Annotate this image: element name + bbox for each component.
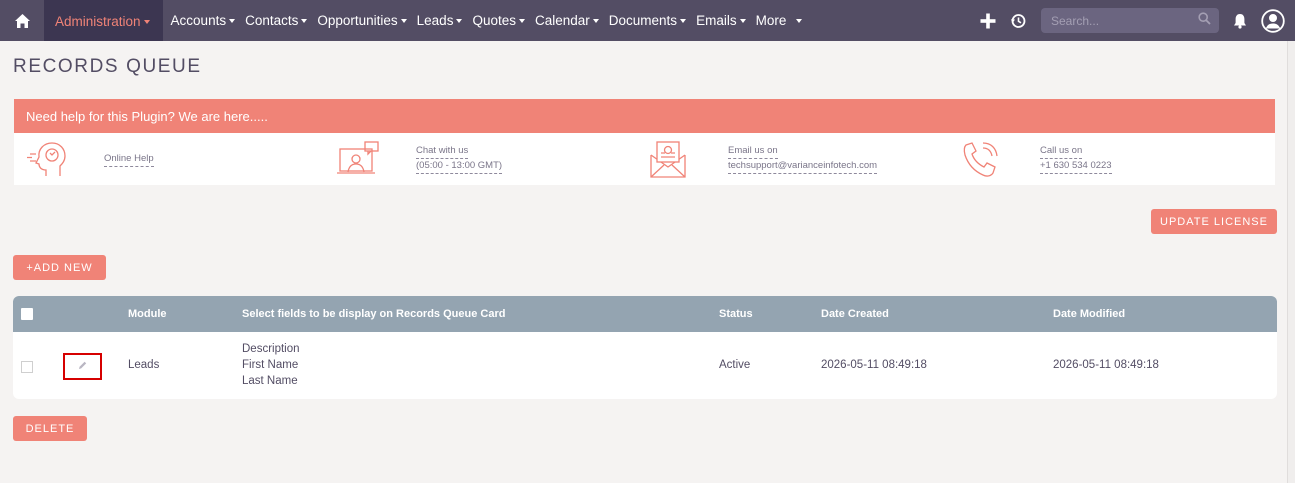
chevron-down-icon (739, 19, 746, 23)
nav-label: Quotes (472, 13, 516, 28)
cell-status: Active (719, 359, 751, 371)
select-all-checkbox-cell (21, 296, 33, 332)
email-address: techsupport@varianceinfotech.com (728, 159, 878, 174)
chat-support-icon (337, 139, 381, 179)
email-option[interactable]: Email us on techsupport@varianceinfotech… (649, 133, 878, 185)
call-option[interactable]: Call us on +1 630 534 0223 (961, 133, 1112, 185)
online-help-link[interactable]: Online Help (104, 152, 154, 167)
table-header: Module Select fields to be display on Re… (13, 296, 1277, 332)
chevron-down-icon (301, 19, 308, 23)
nav-item-accounts[interactable]: Accounts (166, 0, 241, 41)
nav-label: Calendar (534, 13, 590, 28)
column-header-status[interactable]: Status (719, 296, 753, 332)
nav-label: Opportunities (317, 13, 398, 28)
field-item: Description (242, 343, 300, 355)
page-title: RECORDS QUEUE (13, 56, 202, 77)
column-header-module[interactable]: Module (128, 296, 167, 332)
call-label: Call us on (1040, 144, 1083, 159)
email-label: Email us on (728, 144, 778, 159)
cell-date-modified: 2026-05-11 08:49:18 (1053, 359, 1159, 371)
email-link[interactable]: Email us on techsupport@varianceinfotech… (728, 144, 878, 174)
phone-icon (961, 139, 1005, 179)
nav-item-calendar[interactable]: Calendar (530, 0, 604, 41)
search-input[interactable] (1051, 13, 1198, 28)
help-panel: Need help for this Plugin? We are here..… (14, 99, 1275, 185)
online-help-label: Online Help (104, 152, 154, 167)
delete-button[interactable]: DELETE (13, 416, 87, 441)
nav-label: More (755, 13, 787, 28)
chat-hours: (05:00 - 13:00 GMT) (416, 159, 503, 174)
main-menu: Administration Accounts Contacts Opportu… (44, 0, 807, 41)
online-help-option[interactable]: Online Help (24, 133, 154, 185)
nav-label: Documents (608, 13, 678, 28)
add-new-button[interactable]: +ADD NEW (13, 255, 106, 280)
chevron-down-icon (400, 19, 407, 23)
history-icon[interactable] (1003, 0, 1033, 41)
chevron-down-icon (796, 19, 803, 23)
row-select-cell (21, 361, 33, 373)
column-header-fields[interactable]: Select fields to be display on Records Q… (242, 296, 505, 332)
chevron-down-icon (592, 19, 599, 23)
chevron-down-icon (143, 20, 150, 24)
column-header-date-created[interactable]: Date Created (821, 296, 889, 332)
call-link[interactable]: Call us on +1 630 534 0223 (1040, 144, 1112, 174)
nav-label: Emails (696, 13, 737, 28)
bell-icon[interactable] (1229, 0, 1251, 41)
chevron-down-icon (229, 19, 236, 23)
update-license-button[interactable]: UPDATE LICENSE (1151, 209, 1277, 234)
records-queue-table: Module Select fields to be display on Re… (13, 296, 1277, 399)
page-scrollbar[interactable] (1287, 41, 1295, 483)
nav-label: Accounts (170, 13, 227, 28)
chevron-down-icon (680, 19, 687, 23)
plus-icon[interactable] (973, 0, 1003, 41)
chevron-down-icon (518, 19, 525, 23)
nav-item-opportunities[interactable]: Opportunities (312, 0, 411, 41)
nav-item-quotes[interactable]: Quotes (467, 0, 530, 41)
nav-label: Contacts (245, 13, 299, 28)
nav-label: Administration (55, 14, 141, 29)
row-edit-cell (63, 353, 102, 380)
field-item: First Name (242, 359, 299, 371)
help-options: Online Help Chat with us (05:00 - 13:00 … (14, 133, 1275, 185)
nav-item-leads[interactable]: Leads (412, 0, 468, 41)
user-icon[interactable] (1251, 0, 1295, 41)
global-search (1041, 8, 1219, 33)
nav-item-administration[interactable]: Administration (44, 0, 163, 41)
cell-module[interactable]: Leads (128, 359, 159, 371)
navbar-actions (973, 0, 1295, 41)
chat-option[interactable]: Chat with us (05:00 - 13:00 GMT) (337, 133, 503, 185)
home-icon[interactable] (0, 0, 44, 41)
nav-item-documents[interactable]: Documents (604, 0, 691, 41)
field-item: Last Name (242, 375, 298, 387)
top-navbar: Administration Accounts Contacts Opportu… (0, 0, 1295, 41)
nav-item-emails[interactable]: Emails (691, 0, 751, 41)
nav-item-contacts[interactable]: Contacts (240, 0, 312, 41)
phone-number: +1 630 534 0223 (1040, 159, 1112, 174)
nav-label: Leads (416, 13, 454, 28)
help-header: Need help for this Plugin? We are here..… (14, 99, 1275, 133)
edit-button[interactable] (63, 353, 102, 380)
column-header-date-modified[interactable]: Date Modified (1053, 296, 1125, 332)
nav-item-more[interactable]: More (751, 0, 808, 41)
cell-fields: Description First Name Last Name (242, 341, 300, 389)
chevron-down-icon (456, 19, 463, 23)
select-all-checkbox[interactable] (21, 308, 33, 320)
pencil-icon (77, 360, 88, 374)
brain-head-icon (24, 139, 68, 179)
cell-date-created: 2026-05-11 08:49:18 (821, 359, 927, 371)
chat-link[interactable]: Chat with us (05:00 - 13:00 GMT) (416, 144, 503, 174)
email-envelope-icon (649, 139, 693, 179)
table-row: Leads Description First Name Last Name A… (13, 332, 1277, 399)
row-checkbox[interactable] (21, 361, 33, 373)
chat-label: Chat with us (416, 144, 469, 159)
search-icon[interactable] (1198, 11, 1211, 30)
